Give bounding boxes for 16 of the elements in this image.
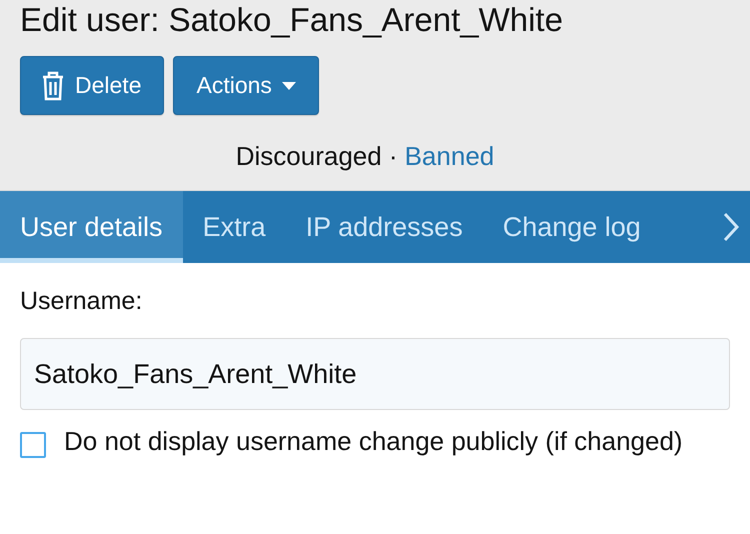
checkbox[interactable]: [20, 432, 46, 458]
delete-button[interactable]: Delete: [20, 56, 164, 115]
actions-button[interactable]: Actions: [173, 56, 319, 115]
page-title: Edit user: Satoko_Fans_Arent_White: [20, 0, 564, 40]
checkbox-label: Do not display username change publicly (if changed): [64, 425, 683, 458]
banned-link[interactable]: Banned: [404, 141, 494, 172]
tab[interactable]: Extra: [182, 191, 286, 263]
tab[interactable]: IP addresses: [286, 191, 483, 263]
status-text: Discouraged ·: [236, 141, 398, 172]
caret-icon: [282, 82, 296, 90]
chevron-right-icon[interactable]: [722, 211, 740, 243]
tab[interactable]: User details: [0, 191, 183, 263]
trash-icon: [41, 70, 65, 100]
username-label: Username:: [20, 287, 144, 316]
tab[interactable]: Change log: [482, 191, 661, 263]
username-field[interactable]: Satoko_Fans_Arent_White: [20, 338, 730, 410]
